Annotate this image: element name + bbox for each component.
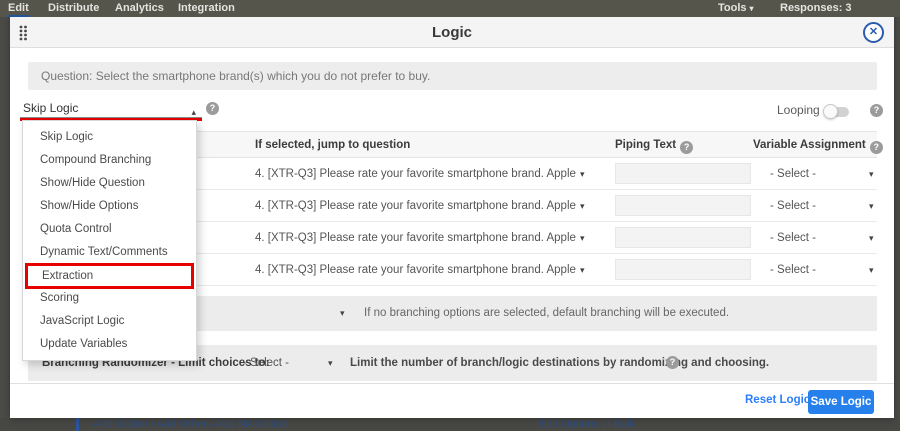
column-header-jump: If selected, jump to question bbox=[255, 132, 410, 159]
menu-item-extraction[interactable]: Extraction bbox=[25, 263, 194, 289]
logic-type-select[interactable]: Skip Logic ▴ bbox=[20, 99, 202, 118]
modal-title: Logic bbox=[10, 17, 894, 48]
menu-item-show-hide-options[interactable]: Show/Hide Options bbox=[23, 195, 196, 218]
looping-label: Looping bbox=[777, 103, 820, 117]
looping-toggle[interactable] bbox=[825, 107, 849, 117]
chevron-down-icon: ▾ bbox=[340, 296, 345, 331]
randomizer-limit-select[interactable]: - Select - bbox=[243, 345, 289, 381]
question-context-bar: Question: Select the smartphone brand(s)… bbox=[28, 62, 877, 90]
column-header-variable: Variable Assignment? bbox=[753, 132, 883, 159]
tools-label: Tools bbox=[718, 2, 747, 14]
chevron-down-icon: ▾ bbox=[328, 345, 333, 381]
variable-assignment-select[interactable]: - Select - bbox=[770, 222, 816, 254]
nav-tab-distribute[interactable]: Distribute bbox=[48, 0, 99, 17]
variable-assignment-select[interactable]: - Select - bbox=[770, 190, 816, 222]
add-option-links[interactable]: Add Option / Add Other / Add NA Option bbox=[93, 418, 288, 431]
nav-tab-analytics[interactable]: Analytics bbox=[115, 0, 164, 17]
close-icon[interactable]: ✕ bbox=[863, 22, 884, 43]
chevron-down-icon: ▾ bbox=[869, 222, 874, 254]
menu-item-update-variables[interactable]: Update Variables bbox=[23, 333, 196, 356]
nav-tab-edit[interactable]: Edit bbox=[8, 0, 29, 17]
menu-item-compound-branching[interactable]: Compound Branching bbox=[23, 149, 196, 172]
dimmed-backdrop-bottom: Add Option / Add Other / Add NA Option E… bbox=[0, 418, 900, 431]
variable-assignment-select[interactable]: - Select - bbox=[770, 254, 816, 286]
chevron-down-icon: ▾ bbox=[580, 222, 585, 254]
chevron-down-icon: ▾ bbox=[869, 254, 874, 286]
logic-type-dropdown-menu: Skip Logic Compound Branching Show/Hide … bbox=[22, 120, 197, 361]
help-icon[interactable]: ? bbox=[870, 104, 883, 117]
default-branching-note: If no branching options are selected, de… bbox=[364, 296, 729, 331]
menu-item-scoring[interactable]: Scoring bbox=[23, 287, 196, 310]
piping-header-label: Piping Text bbox=[615, 139, 676, 151]
modal-footer: Reset Logic Save Logic bbox=[10, 383, 894, 418]
top-menu-bar: Edit Distribute Analytics Integration To… bbox=[0, 0, 900, 17]
save-logic-button[interactable]: Save Logic bbox=[808, 390, 874, 414]
chevron-down-icon: ▾ bbox=[580, 254, 585, 286]
help-icon[interactable]: ? bbox=[206, 102, 219, 115]
menu-item-quota-control[interactable]: Quota Control bbox=[23, 218, 196, 241]
menu-item-show-hide-question[interactable]: Show/Hide Question bbox=[23, 172, 196, 195]
variable-assignment-select[interactable]: - Select - bbox=[770, 158, 816, 190]
responses-count[interactable]: Responses: 3 bbox=[780, 0, 852, 17]
logic-type-value: Skip Logic bbox=[23, 101, 78, 115]
chevron-down-icon: ▾ bbox=[580, 158, 585, 190]
randomizer-note: Limit the number of branch/logic destina… bbox=[350, 345, 769, 381]
menu-item-javascript-logic[interactable]: JavaScript Logic bbox=[23, 310, 196, 333]
logic-modal: Logic ✕ Question: Select the smartphone … bbox=[10, 17, 894, 418]
piping-text-input[interactable] bbox=[615, 195, 751, 216]
toggle-knob bbox=[823, 104, 838, 119]
dimmed-backdrop-left bbox=[0, 17, 10, 418]
chevron-down-icon: ▾ bbox=[869, 190, 874, 222]
reset-logic-button[interactable]: Reset Logic bbox=[745, 394, 810, 406]
variable-header-label: Variable Assignment bbox=[753, 139, 866, 151]
menu-item-dynamic-text-comments[interactable]: Dynamic Text/Comments bbox=[23, 241, 196, 264]
jump-to-question-select[interactable]: 4. [XTR-Q3] Please rate your favorite sm… bbox=[255, 190, 595, 222]
modal-header: Logic ✕ bbox=[10, 17, 894, 48]
help-icon[interactable]: ? bbox=[870, 141, 883, 154]
tools-menu[interactable]: Tools▾ bbox=[718, 0, 754, 17]
chevron-down-icon: ▾ bbox=[580, 190, 585, 222]
jump-to-question-select[interactable]: 4. [XTR-Q3] Please rate your favorite sm… bbox=[255, 254, 595, 286]
menu-item-skip-logic[interactable]: Skip Logic bbox=[23, 126, 196, 149]
jump-to-question-select[interactable]: 4. [XTR-Q3] Please rate your favorite sm… bbox=[255, 222, 595, 254]
piping-text-input[interactable] bbox=[615, 163, 751, 184]
help-icon[interactable]: ? bbox=[666, 356, 679, 369]
chevron-down-icon: ▾ bbox=[869, 158, 874, 190]
chevron-down-icon: ▾ bbox=[750, 4, 754, 13]
column-header-piping: Piping Text? bbox=[615, 132, 693, 159]
question-accent-bar bbox=[76, 418, 79, 431]
edit-options-in-bulk-link[interactable]: Edit Options in Bulk bbox=[539, 418, 635, 431]
piping-text-input[interactable] bbox=[615, 227, 751, 248]
nav-tab-integration[interactable]: Integration bbox=[178, 0, 235, 17]
jump-to-question-select[interactable]: 4. [XTR-Q3] Please rate your favorite sm… bbox=[255, 158, 595, 190]
help-icon[interactable]: ? bbox=[680, 141, 693, 154]
dimmed-backdrop-right bbox=[894, 17, 900, 418]
piping-text-input[interactable] bbox=[615, 259, 751, 280]
